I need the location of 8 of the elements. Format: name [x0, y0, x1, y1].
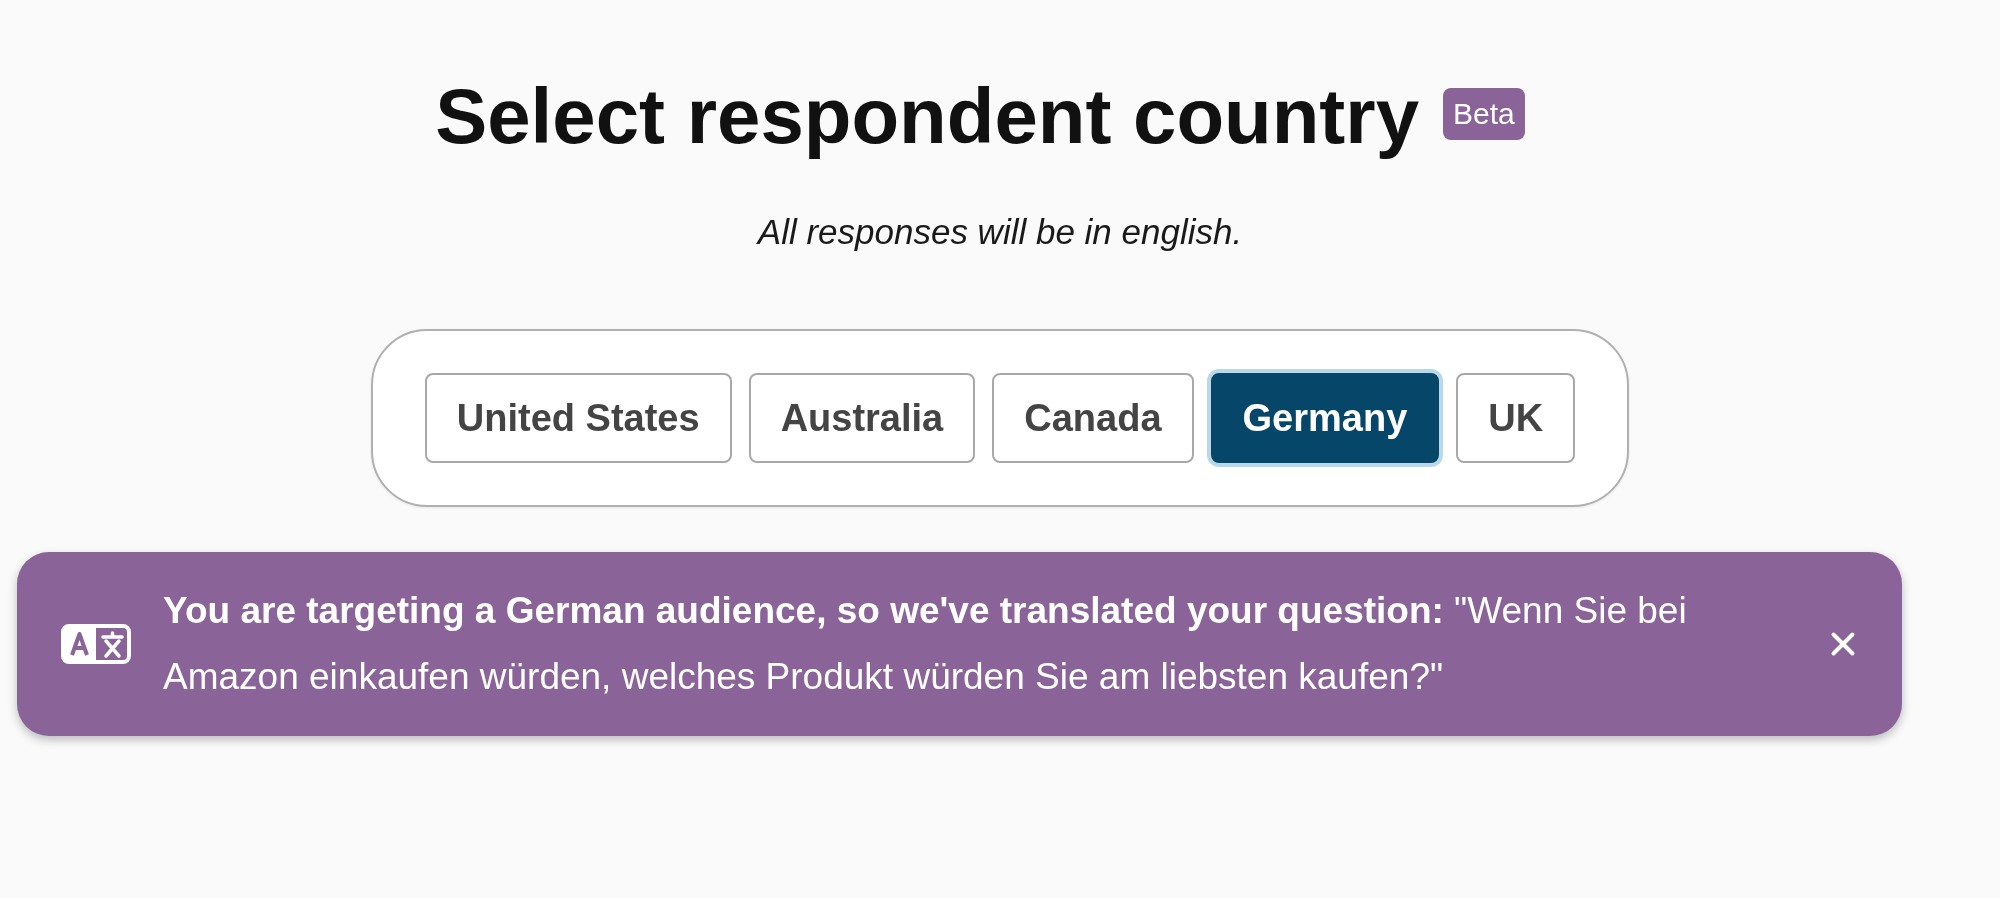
country-button[interactable]: Australia [748, 373, 976, 463]
translation-message: You are targeting a German audience, so we've translated your question: "Wenn Sie bei Amazon einkaufen würden, welches Produkt würden Sie am liebsten kaufen?" [163, 589, 1688, 699]
translate-icon [61, 624, 131, 664]
country-button[interactable]: UK [1456, 373, 1576, 463]
subtitle: All responses will be in english. [757, 212, 1243, 252]
beta-badge: Beta [1443, 88, 1525, 140]
country-button[interactable]: Canada [992, 373, 1194, 463]
country-button[interactable]: United States [424, 373, 732, 463]
